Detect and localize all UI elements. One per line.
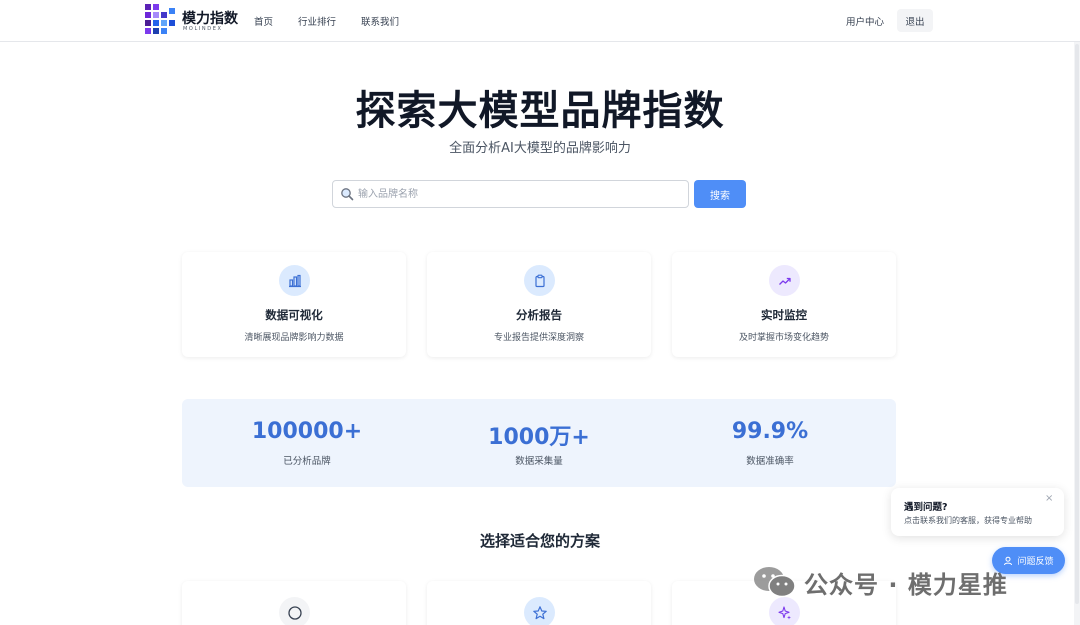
feature-card-visualization: 数据可视化 清晰展现品牌影响力数据 <box>182 252 406 357</box>
star-icon <box>524 597 555 625</box>
hero-subtitle: 全面分析AI大模型的品牌影响力 <box>449 141 631 156</box>
stat-value-brands: 100000+ <box>251 419 363 444</box>
feature-title: 数据可视化 <box>265 308 323 322</box>
stat-value-accuracy: 99.9% <box>731 419 809 444</box>
hero-title: 探索大模型品牌指数 <box>355 88 725 134</box>
nav-industry-ranking[interactable]: 行业排行 <box>298 14 336 28</box>
stat-label-data: 数据采集量 <box>515 456 563 467</box>
circle-icon <box>279 597 310 625</box>
search-input[interactable] <box>358 182 678 206</box>
nav-home[interactable]: 首页 <box>254 14 273 28</box>
trending-up-icon <box>769 265 800 296</box>
feature-desc: 清晰展现品牌影响力数据 <box>244 333 344 343</box>
stat-value-data: 1000万+ <box>488 425 590 450</box>
watermark: 公众号 · 模力星推 <box>752 562 1008 602</box>
search-button[interactable]: 搜索 <box>694 180 746 208</box>
top-nav-bar: 模力指数 MOLINDEX 首页 行业排行 联系我们 用户中心 退出 <box>0 0 1080 42</box>
close-icon[interactable]: × <box>1045 493 1053 504</box>
logo-text: 模力指数 <box>182 11 238 27</box>
feature-title: 实时监控 <box>761 308 807 322</box>
user-center-link[interactable]: 用户中心 <box>846 14 884 28</box>
feature-card-report: 分析报告 专业报告提供深度洞察 <box>427 252 651 357</box>
logout-button[interactable]: 退出 <box>897 9 933 32</box>
search-icon <box>341 188 354 201</box>
help-description: 点击联系我们的客服，获得专业帮助 <box>904 516 1032 525</box>
stat-label-accuracy: 数据准确率 <box>746 456 794 467</box>
help-popup: 遇到问题? 点击联系我们的客服，获得专业帮助 × <box>891 488 1064 536</box>
stats-panel: 100000+ 已分析品牌 1000万+ 数据采集量 99.9% 数据准确率 <box>182 399 896 487</box>
feature-card-monitoring: 实时监控 及时掌握市场变化趋势 <box>672 252 896 357</box>
plan-card-basic[interactable] <box>182 581 406 625</box>
clipboard-icon <box>524 265 555 296</box>
logo-mark-icon <box>145 4 175 34</box>
feature-desc: 及时掌握市场变化趋势 <box>738 333 829 343</box>
feature-desc: 专业报告提供深度洞察 <box>493 333 584 343</box>
help-title: 遇到问题? <box>904 502 948 513</box>
watermark-text: 公众号 · 模力星推 <box>804 570 1008 599</box>
stat-label-brands: 已分析品牌 <box>283 456 331 467</box>
nav-contact-us[interactable]: 联系我们 <box>361 14 399 28</box>
wechat-icon <box>754 567 796 598</box>
logo-subtext: MOLINDEX <box>183 26 223 32</box>
feedback-label: 问题反馈 <box>1017 557 1054 567</box>
plan-card-pro[interactable] <box>427 581 651 625</box>
bar-chart-icon <box>279 265 310 296</box>
feature-title: 分析报告 <box>516 308 562 322</box>
logo[interactable]: 模力指数 MOLINDEX <box>145 4 240 36</box>
